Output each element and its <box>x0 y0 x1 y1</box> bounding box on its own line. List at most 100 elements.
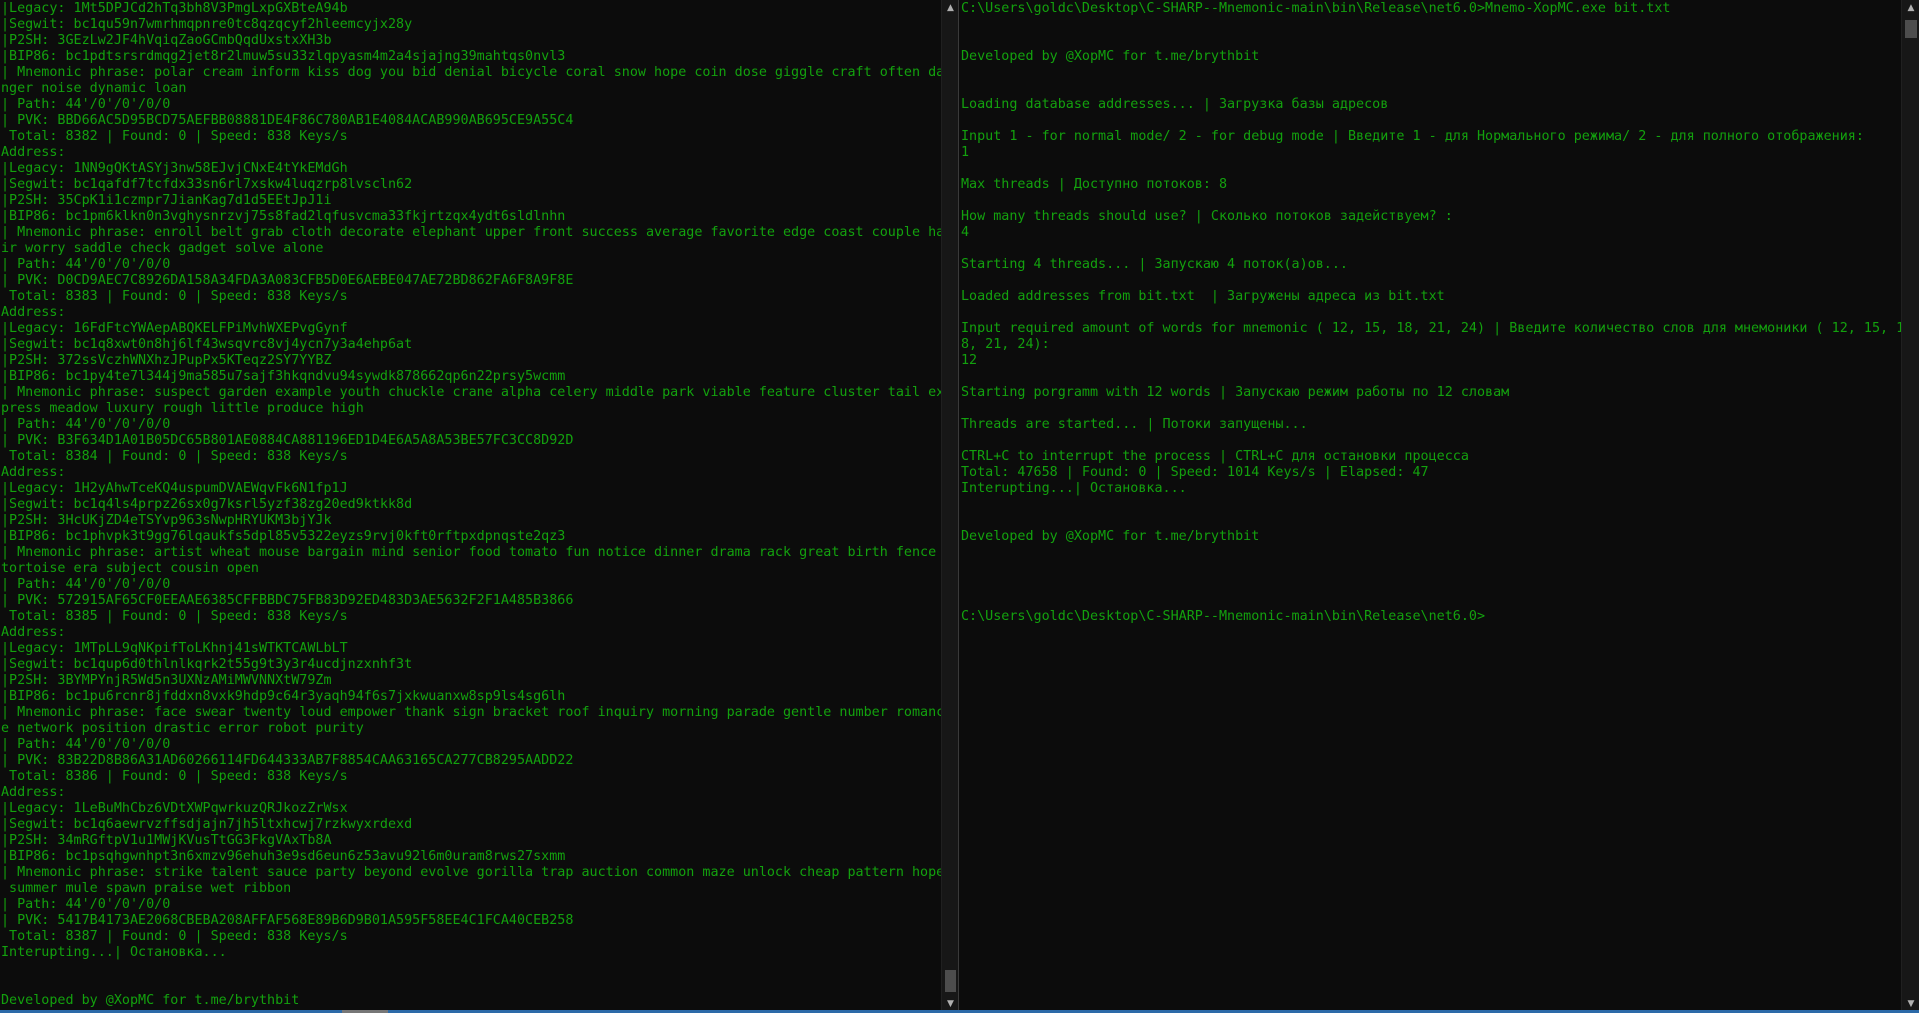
console-line: 12 <box>961 353 978 368</box>
right-vertical-scrollbar[interactable]: ▲ ▼ <box>1901 0 1919 1013</box>
console-line: C:\Users\goldc\Desktop\C-SHARP--Mnemonic… <box>961 1 1671 16</box>
console-line: |BIP86: bc1phvpk3t9gg76lqaukfs5dpl85v532… <box>1 529 566 544</box>
console-line: Developed by @XopMC for t.me/brythbit <box>961 49 1260 64</box>
scroll-up-arrow-icon[interactable]: ▲ <box>1902 0 1919 17</box>
console-line: Total: 8386 | Found: 0 | Speed: 838 Keys… <box>1 769 348 784</box>
console-line: Max threads | Доступно потоков: 8 <box>961 177 1228 192</box>
console-line: | Mnemonic phrase: strike talent sauce p… <box>1 865 941 880</box>
console-line: | Mnemonic phrase: suspect garden exampl… <box>1 385 941 400</box>
console-line: Interupting...| Остановка... <box>1 945 227 960</box>
console-line: | PVK: 5417B4173AE2068CBEBA208AFFAF568E8… <box>1 913 574 928</box>
console-line: |Legacy: 1H2yAhwTceKQ4uspumDVAEWqvFk6N1f… <box>1 481 348 496</box>
console-line: Input 1 - for normal mode/ 2 - for debug… <box>961 129 1864 144</box>
console-line: |P2SH: 3HcUKjZD4eTSYvp963sNwpHRYUKM3bjYJ… <box>1 513 332 528</box>
console-line: Developed by @XopMC for t.me/brythbit <box>1 993 300 1008</box>
console-line: |BIP86: bc1psqhgwnhpt3n6xmzv96ehuh3e9sd6… <box>1 849 566 864</box>
console-line: |P2SH: 35CpK1i1czmpr7JianKag7d1d5EEtJpJ1… <box>1 193 332 208</box>
console-line: Address: <box>1 785 66 800</box>
console-line: | Mnemonic phrase: polar cream inform ki… <box>1 65 941 80</box>
console-line: | Mnemonic phrase: face swear twenty lou… <box>1 705 941 720</box>
console-line: Interupting...| Остановка... <box>961 481 1187 496</box>
console-line: |Legacy: 1MTpLL9qNKpifToLKhnj41sWTKTCAWL… <box>1 641 348 656</box>
console-line: | Path: 44'/0'/0'/0/0 <box>1 577 171 592</box>
console-line: Starting 4 threads... | Запускаю 4 поток… <box>961 257 1348 272</box>
console-line: | Path: 44'/0'/0'/0/0 <box>1 897 171 912</box>
console-line: |P2SH: 3GEzLw2JF4hVqiqZaoGCmbQqdUxstxXH3… <box>1 33 332 48</box>
console-line: Total: 8387 | Found: 0 | Speed: 838 Keys… <box>1 929 348 944</box>
console-line: Total: 8385 | Found: 0 | Speed: 838 Keys… <box>1 609 348 624</box>
console-line: Address: <box>1 465 66 480</box>
left-console-output: |Legacy: 1Mt5DPJCd2hTq3bh8V3PmgLxpGXBteA… <box>0 0 941 1013</box>
console-line: e network position drastic error robot p… <box>1 721 364 736</box>
scrollbar-thumb[interactable] <box>945 970 956 992</box>
console-line: Loading database addresses... | Загрузка… <box>961 97 1389 112</box>
left-console-pane[interactable]: |Legacy: 1Mt5DPJCd2hTq3bh8V3PmgLxpGXBteA… <box>0 0 941 1013</box>
console-line: Starting porgramm with 12 words | Запуск… <box>961 385 1510 400</box>
console-line: Input required amount of words for mnemo… <box>961 321 1901 336</box>
console-line: Address: <box>1 305 66 320</box>
left-vertical-scrollbar[interactable]: ▲ ▼ <box>941 0 959 1013</box>
console-line: Total: 8383 | Found: 0 | Speed: 838 Keys… <box>1 289 348 304</box>
console-line: Threads are started... | Потоки запущены… <box>961 417 1308 432</box>
console-line: Total: 8382 | Found: 0 | Speed: 838 Keys… <box>1 129 348 144</box>
console-line: 8, 21, 24): <box>961 337 1050 352</box>
console-line: | Mnemonic phrase: artist wheat mouse ba… <box>1 545 937 560</box>
console-line: ir worry saddle check gadget solve alone <box>1 241 324 256</box>
console-line: |Legacy: 16FdFtcYWAepABQKELFPiMvhWXEPvgG… <box>1 321 348 336</box>
console-line: | Path: 44'/0'/0'/0/0 <box>1 417 171 432</box>
console-line: |Legacy: 1Mt5DPJCd2hTq3bh8V3PmgLxpGXBteA… <box>1 1 348 16</box>
console-line: |P2SH: 372ssVczhWNXhzJPupPx5KTeqz2SY7YYB… <box>1 353 332 368</box>
scrollbar-thumb[interactable] <box>1905 20 1917 38</box>
right-console-pane[interactable]: C:\Users\goldc\Desktop\C-SHARP--Mnemonic… <box>959 0 1901 1013</box>
console-line: summer mule spawn praise wet ribbon <box>1 881 292 896</box>
console-line: | Path: 44'/0'/0'/0/0 <box>1 737 171 752</box>
console-line: |Segwit: bc1q4ls4prpz26sx0g7ksrl5yzf38zg… <box>1 497 413 512</box>
console-line: |P2SH: 3BYMPYnjR5Wd5n3UXNzAMiMWVNNXtW79Z… <box>1 673 332 688</box>
console-line: Address: <box>1 145 66 160</box>
console-line: press meadow luxury rough little produce… <box>1 401 364 416</box>
console-line: | Mnemonic phrase: enroll belt grab clot… <box>1 225 941 240</box>
console-line: |BIP86: bc1pm6klkn0n3vghysnrzvj75s8fad2l… <box>1 209 566 224</box>
console-line: tortoise era subject cousin open <box>1 561 259 576</box>
console-line: 4 <box>961 225 970 240</box>
console-line: Address: <box>1 625 66 640</box>
console-line: nger noise dynamic loan <box>1 81 187 96</box>
console-line: How many threads should use? | Сколько п… <box>961 209 1453 224</box>
console-line: | PVK: BBD66AC5D95BCD75AEFBB08881DE4F86C… <box>1 113 574 128</box>
console-line: |Segwit: bc1qafdf7tcfdx33sn6rl7xskw4luqz… <box>1 177 413 192</box>
console-line: | PVK: B3F634D1A01B05DC65B801AE0884CA881… <box>1 433 574 448</box>
console-line: | PVK: 572915AF65CF0EEAAE6385CFFBBDC75FB… <box>1 593 574 608</box>
console-line: |Segwit: bc1qup6d0thlnlkqrk2t55g9t3y3r4u… <box>1 657 413 672</box>
console-line: |BIP86: bc1pdtsrsrdmqg2jet8r2lmuw5su33zl… <box>1 49 566 64</box>
console-line: Developed by @XopMC for t.me/brythbit <box>961 529 1260 544</box>
console-line: Loaded addresses from bit.txt | Загружен… <box>961 289 1445 304</box>
console-line: |Legacy: 1NN9gQKtASYj3nw58EJvjCNxE4tYkEM… <box>1 161 348 176</box>
console-line: 1 <box>961 145 970 160</box>
right-console-output: C:\Users\goldc\Desktop\C-SHARP--Mnemonic… <box>959 0 1901 1013</box>
console-line: | Path: 44'/0'/0'/0/0 <box>1 97 171 112</box>
scroll-up-arrow-icon[interactable]: ▲ <box>942 0 959 17</box>
console-line: C:\Users\goldc\Desktop\C-SHARP--Mnemonic… <box>961 609 1486 624</box>
console-line: Total: 47658 | Found: 0 | Speed: 1014 Ke… <box>961 465 1429 480</box>
console-line: | Path: 44'/0'/0'/0/0 <box>1 257 171 272</box>
console-line: Total: 8384 | Found: 0 | Speed: 838 Keys… <box>1 449 348 464</box>
console-line: |BIP86: bc1py4te7l344j9ma585u7sajf3hkqnd… <box>1 369 566 384</box>
